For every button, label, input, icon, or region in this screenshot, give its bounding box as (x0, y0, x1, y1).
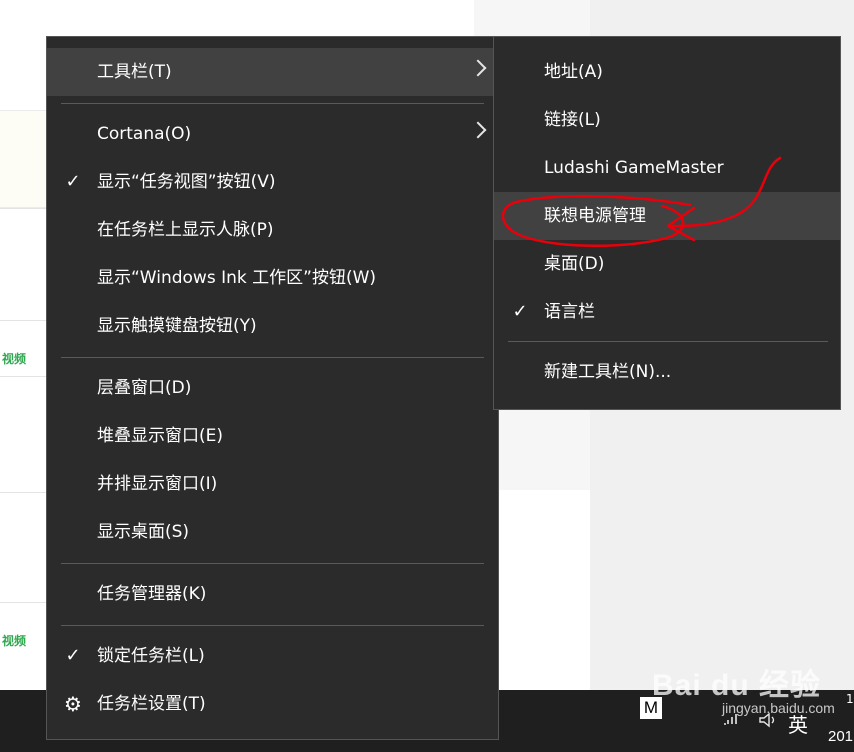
background-video-label[interactable]: 视频 (0, 350, 50, 370)
menu-separator (61, 357, 484, 358)
submenu-item-lenovo-power-management[interactable]: 联想电源管理 (494, 192, 840, 240)
checkmark-icon: ✓ (65, 645, 81, 666)
menu-item-label: 并排显示窗口(I) (97, 474, 218, 494)
menu-item-label: 语言栏 (544, 302, 595, 322)
menu-item-lock-taskbar[interactable]: ✓ 锁定任务栏(L) (47, 632, 498, 680)
menu-item-cascade-windows[interactable]: 层叠窗口(D) (47, 364, 498, 412)
background-divider (0, 208, 50, 209)
toolbars-submenu: 地址(A) 链接(L) Ludashi GameMaster 联想电源管理 桌面… (493, 36, 841, 410)
volume-icon[interactable] (758, 712, 780, 732)
menu-item-show-desktop[interactable]: 显示桌面(S) (47, 508, 498, 556)
menu-item-label: 显示“任务视图”按钮(V) (97, 172, 276, 192)
menu-item-label: 联想电源管理 (544, 206, 646, 226)
submenu-item-address[interactable]: 地址(A) (494, 48, 840, 96)
menu-item-label: 显示触摸键盘按钮(Y) (97, 316, 257, 336)
input-language-indicator[interactable]: 英 (788, 709, 808, 738)
menu-separator (508, 341, 828, 342)
submenu-item-desktop[interactable]: 桌面(D) (494, 240, 840, 288)
clock-time[interactable]: 1 (846, 692, 854, 706)
tray-app-icon[interactable]: M (640, 697, 662, 719)
menu-item-label: 工具栏(T) (97, 62, 172, 82)
menu-separator (61, 103, 484, 104)
menu-item-show-task-view-button[interactable]: ✓ 显示“任务视图”按钮(V) (47, 158, 498, 206)
menu-item-label: 新建工具栏(N)... (544, 362, 672, 382)
background-divider (0, 492, 50, 493)
submenu-item-language-bar[interactable]: ✓ 语言栏 (494, 288, 840, 336)
chevron-right-icon (469, 121, 487, 139)
menu-item-label: 在任务栏上显示人脉(P) (97, 220, 274, 240)
menu-item-label: 堆叠显示窗口(E) (97, 426, 224, 446)
network-icon[interactable] (722, 712, 740, 730)
menu-item-taskbar-settings[interactable]: ⚙ 任务栏设置(T) (47, 680, 498, 728)
background-video-label[interactable]: 视频 (0, 632, 50, 652)
menu-item-label: 显示“Windows Ink 工作区”按钮(W) (97, 268, 377, 288)
menu-item-show-windows-ink[interactable]: 显示“Windows Ink 工作区”按钮(W) (47, 254, 498, 302)
menu-item-label: Cortana(O) (97, 124, 192, 144)
menu-item-label: 任务管理器(K) (97, 584, 207, 604)
menu-item-stack-windows[interactable]: 堆叠显示窗口(E) (47, 412, 498, 460)
background-divider (0, 376, 50, 377)
menu-item-show-touch-keyboard[interactable]: 显示触摸键盘按钮(Y) (47, 302, 498, 350)
watermark: Bai du 经验 jingyan.baidu.com (652, 660, 835, 716)
menu-item-toolbars[interactable]: 工具栏(T) (47, 48, 498, 96)
checkmark-icon: ✓ (512, 301, 528, 322)
clock-date[interactable]: 201 (828, 728, 853, 745)
menu-item-label: 层叠窗口(D) (97, 378, 192, 398)
menu-item-label: 桌面(D) (544, 254, 605, 274)
checkmark-icon: ✓ (65, 171, 81, 192)
menu-item-side-by-side-windows[interactable]: 并排显示窗口(I) (47, 460, 498, 508)
menu-item-cortana[interactable]: Cortana(O) (47, 110, 498, 158)
background-strip (0, 110, 50, 208)
menu-item-label: Ludashi GameMaster (544, 158, 724, 178)
submenu-item-ludashi-gamemaster[interactable]: Ludashi GameMaster (494, 144, 840, 192)
menu-item-task-manager[interactable]: 任务管理器(K) (47, 570, 498, 618)
chevron-right-icon (469, 59, 487, 77)
menu-item-label: 显示桌面(S) (97, 522, 190, 542)
background-divider (0, 602, 50, 603)
background-divider (0, 320, 50, 321)
taskbar-context-menu: 工具栏(T) Cortana(O) ✓ 显示“任务视图”按钮(V) 在任务栏上显… (46, 36, 499, 740)
menu-item-label: 地址(A) (544, 62, 603, 82)
menu-item-label: 锁定任务栏(L) (97, 646, 205, 666)
submenu-item-links[interactable]: 链接(L) (494, 96, 840, 144)
menu-separator (61, 625, 484, 626)
submenu-item-new-toolbar[interactable]: 新建工具栏(N)... (494, 348, 840, 396)
menu-item-show-people[interactable]: 在任务栏上显示人脉(P) (47, 206, 498, 254)
gear-icon: ⚙ (64, 692, 82, 716)
menu-separator (61, 563, 484, 564)
menu-item-label: 任务栏设置(T) (97, 694, 206, 714)
menu-item-label: 链接(L) (544, 110, 601, 130)
watermark-main: Bai du 经验 (652, 669, 822, 702)
